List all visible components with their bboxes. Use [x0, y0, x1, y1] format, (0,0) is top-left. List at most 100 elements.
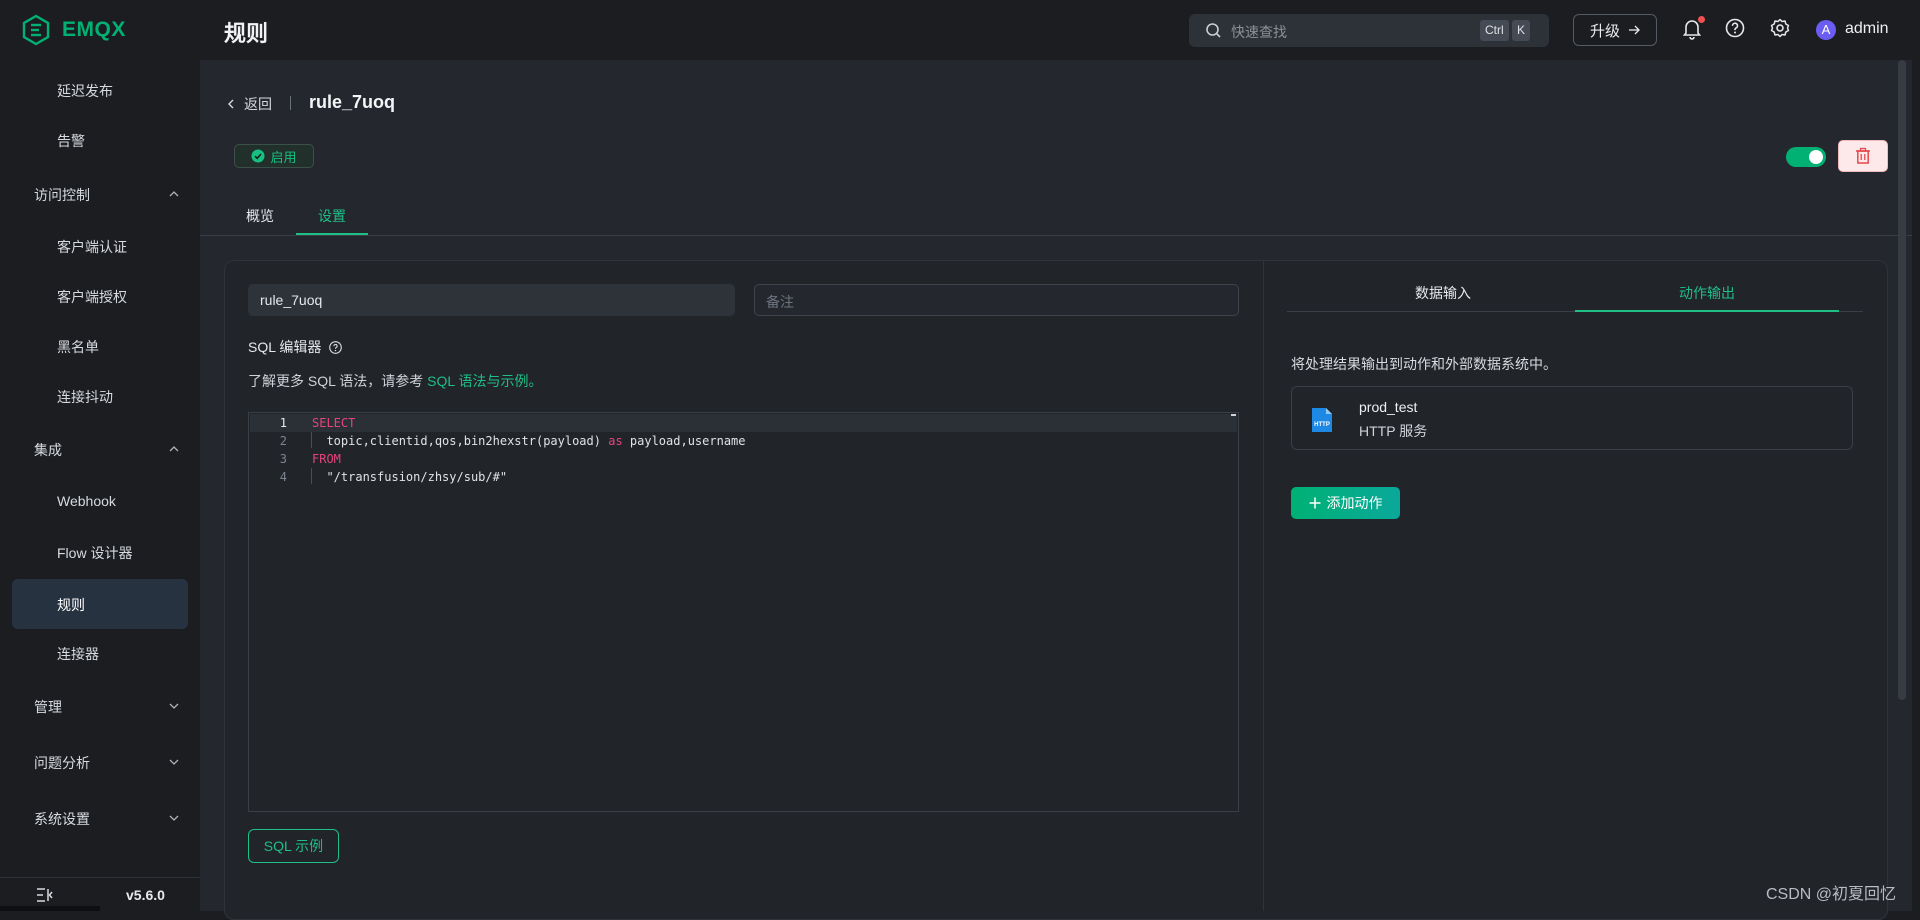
shortcut-ctrl-key: Ctrl — [1480, 20, 1509, 41]
trash-icon — [1856, 147, 1870, 164]
add-action-label: 添加动作 — [1326, 495, 1383, 511]
sidebar-item-label: 连接器 — [57, 646, 99, 662]
search-placeholder: 快速查找 — [1231, 24, 1287, 40]
active-right-tab-indicator — [1575, 310, 1839, 312]
chevron-left-icon — [228, 99, 234, 109]
chevron-up-icon — [169, 446, 179, 452]
code-keyword-as: as — [608, 434, 623, 448]
sidebar-item-label: Flow 设计器 — [57, 545, 133, 561]
editor-scroll-marker — [1231, 414, 1236, 416]
back-label: 返回 — [244, 96, 272, 112]
sidebar-item-client-authorization[interactable]: 客户端授权 — [12, 271, 188, 321]
svg-text:HTTP: HTTP — [1314, 422, 1330, 428]
sql-example-button[interactable]: SQL 示例 — [248, 829, 339, 863]
active-line-highlight — [250, 414, 1237, 432]
sidebar-item-flapping-detect[interactable]: 连接抖动 — [12, 371, 188, 421]
quick-search[interactable]: 快速查找 Ctrl K — [1189, 14, 1549, 47]
sql-help-prefix: 了解更多 SQL 语法，请参考 — [248, 373, 424, 389]
sidebar-item-client-authentication[interactable]: 客户端认证 — [12, 221, 188, 271]
search-icon — [1205, 22, 1222, 39]
sidebar-item-rules[interactable]: 规则 — [12, 579, 188, 629]
note-input[interactable]: 备注 — [754, 284, 1239, 316]
check-circle-icon — [251, 149, 265, 163]
shortcut-k-key: K — [1512, 20, 1531, 41]
chevron-down-icon — [169, 759, 179, 765]
plus-icon — [1309, 497, 1320, 509]
version-label: v5.6.0 — [126, 887, 165, 903]
tabs-baseline — [200, 235, 1912, 236]
help-icon[interactable] — [329, 340, 343, 354]
add-action-button[interactable]: 添加动作 — [1291, 487, 1400, 519]
emqx-logo[interactable]: EMQX — [20, 14, 126, 46]
sidebar-item-blacklist[interactable]: 黑名单 — [12, 321, 188, 371]
action-type: HTTP 服务 — [1359, 423, 1428, 439]
sidebar: 延迟发布 告警 访问控制 客户端认证 客户端授权 黑名单 连接抖动 集成 Web… — [0, 60, 200, 911]
action-card[interactable]: HTTP prod_test HTTP 服务 — [1291, 386, 1853, 450]
sql-editor-label: SQL 编辑器 — [248, 337, 343, 357]
output-description: 将处理结果输出到动作和外部数据系统中。 — [1291, 356, 1557, 372]
tab-data-input[interactable]: 数据输入 — [1415, 283, 1471, 303]
status-label: 启用 — [270, 149, 297, 165]
sidebar-item-label: 问题分析 — [34, 755, 90, 771]
line-number: 1 — [279, 416, 287, 430]
chevron-up-icon — [169, 191, 179, 197]
sidebar-item-label: 管理 — [34, 699, 62, 715]
chevron-down-icon — [169, 815, 179, 821]
sidebar-item-label: 客户端授权 — [57, 289, 127, 305]
code-line: FROM — [312, 452, 341, 466]
sidebar-item-flow-designer[interactable]: Flow 设计器 — [12, 527, 188, 577]
tab-action-output[interactable]: 动作输出 — [1679, 283, 1735, 303]
panel-divider — [1263, 261, 1264, 911]
sidebar-group-diagnostics[interactable]: 问题分析 — [12, 737, 188, 787]
rule-name-input[interactable]: rule_7uoq — [248, 284, 735, 316]
username[interactable]: admin — [1845, 20, 1889, 38]
sidebar-item-label: 连接抖动 — [57, 389, 113, 405]
emqx-logo-icon — [22, 14, 50, 46]
sidebar-group-access-control[interactable]: 访问控制 — [12, 169, 188, 219]
sql-editor-label-text: SQL 编辑器 — [248, 339, 322, 355]
sidebar-group-management[interactable]: 管理 — [12, 681, 188, 731]
rule-title: rule_7uoq — [309, 92, 396, 112]
gear-icon[interactable] — [1770, 18, 1790, 38]
chevron-down-icon — [169, 703, 179, 709]
tab-overview[interactable]: 概览 — [246, 206, 274, 226]
sidebar-item-label: 告警 — [57, 133, 85, 149]
collapse-sidebar-icon[interactable] — [36, 888, 54, 902]
page-title: 规则 — [224, 21, 269, 46]
avatar[interactable]: A — [1816, 20, 1836, 40]
sidebar-group-system-settings[interactable]: 系统设置 — [12, 793, 188, 843]
sidebar-item-webhook[interactable]: Webhook — [12, 477, 188, 527]
sql-docs-link[interactable]: SQL 语法与示例。 — [427, 373, 542, 389]
sql-help-text: 了解更多 SQL 语法，请参考 SQL 语法与示例。 — [248, 371, 543, 391]
sidebar-item-label: 客户端认证 — [57, 239, 127, 255]
upgrade-button[interactable]: 升级 — [1573, 14, 1657, 46]
sidebar-item-label: Webhook — [57, 493, 116, 509]
code-line: topic,clientid,qos,bin2hexstr(payload) a… — [312, 434, 745, 448]
tab-settings[interactable]: 设置 — [318, 206, 346, 226]
page-scrollbar[interactable] — [1898, 60, 1906, 700]
sidebar-group-integration[interactable]: 集成 — [12, 424, 188, 474]
line-number: 3 — [279, 452, 287, 466]
title-divider — [290, 96, 291, 110]
line-number: 2 — [279, 434, 287, 448]
sidebar-item-label: 访问控制 — [34, 187, 90, 203]
top-header: EMQX 规则 快速查找 Ctrl K 升级 A admin — [0, 0, 1920, 60]
notification-dot — [1698, 16, 1705, 23]
sidebar-item-delayed-publish[interactable]: 延迟发布 — [12, 65, 188, 115]
delete-button[interactable] — [1838, 140, 1888, 172]
sidebar-item-label: 黑名单 — [57, 339, 99, 355]
sql-editor[interactable]: 1 SELECT 2 topic,clientid,qos,bin2hexstr… — [248, 412, 1239, 812]
code-columns: topic,clientid,qos,bin2hexstr(payload) — [312, 434, 609, 448]
back-link[interactable]: 返回 — [226, 94, 272, 114]
help-icon[interactable] — [1725, 18, 1745, 38]
sidebar-item-connectors[interactable]: 连接器 — [12, 628, 188, 678]
sidebar-item-label: 延迟发布 — [57, 83, 113, 99]
status-badge: 启用 — [234, 144, 314, 168]
sidebar-item-alarms[interactable]: 告警 — [12, 115, 188, 165]
line-number: 4 — [279, 470, 287, 484]
upgrade-label: 升级 — [1589, 22, 1620, 40]
logo-text: EMQX — [62, 18, 126, 41]
active-tab-indicator — [296, 233, 368, 235]
http-icon: HTTP — [1310, 407, 1334, 433]
enable-toggle[interactable] — [1786, 147, 1826, 167]
